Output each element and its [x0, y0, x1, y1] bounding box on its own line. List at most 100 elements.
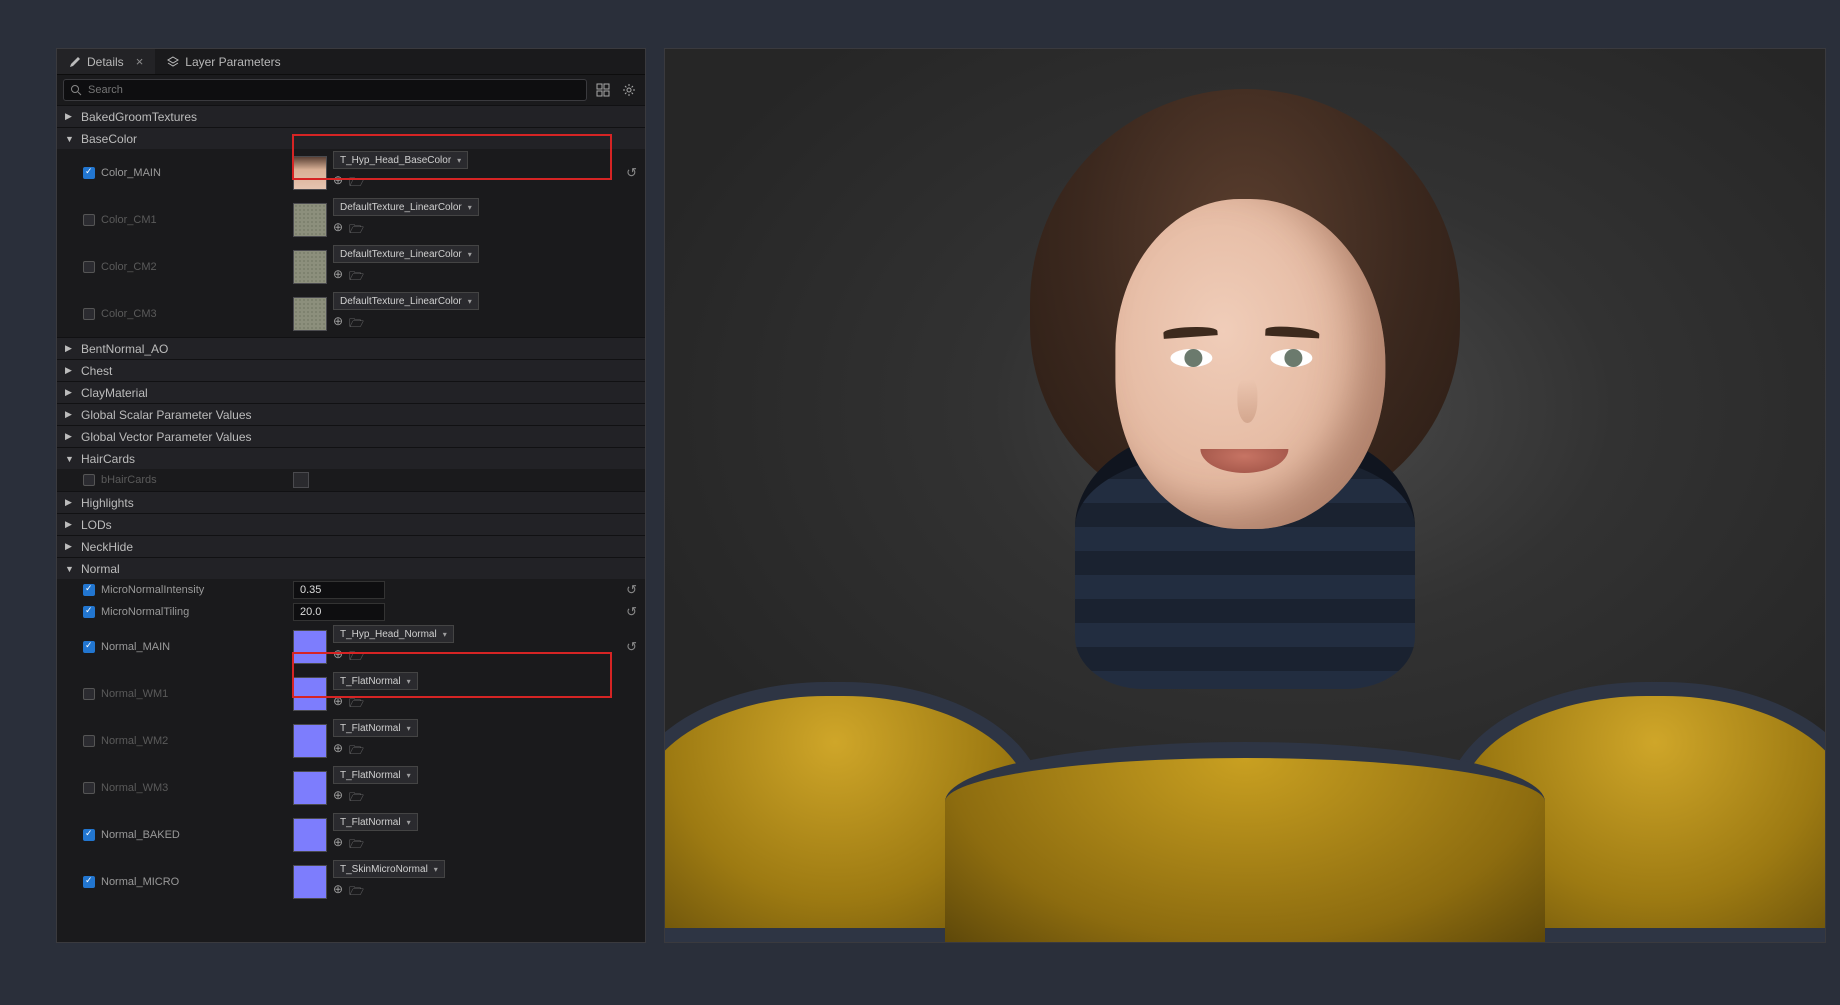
character-face [1115, 199, 1385, 529]
override-checkbox[interactable] [83, 876, 95, 888]
override-checkbox[interactable] [83, 308, 95, 320]
browse-icon[interactable]: 🗁 [349, 267, 364, 288]
reset-arrow-icon[interactable]: ↺ [626, 165, 637, 181]
browse-icon[interactable]: 🗁 [349, 314, 364, 335]
gear-icon[interactable] [619, 80, 639, 100]
override-checkbox[interactable] [83, 829, 95, 841]
tab-layer-parameters[interactable]: Layer Parameters [155, 49, 292, 74]
texture-swatch[interactable] [293, 156, 327, 190]
texture-swatch[interactable] [293, 677, 327, 711]
reset-arrow-icon[interactable]: ↺ [626, 582, 637, 598]
texture-swatch[interactable] [293, 250, 327, 284]
category-basecolor[interactable]: ▼ BaseColor [57, 127, 645, 149]
texture-dropdown[interactable]: T_Hyp_Head_BaseColor ▾ [333, 151, 468, 169]
override-checkbox[interactable] [83, 167, 95, 179]
browse-icon[interactable]: 🗁 [349, 173, 364, 194]
search-field[interactable] [88, 84, 580, 96]
texture-dropdown[interactable]: T_Hyp_Head_Normal ▾ [333, 625, 454, 643]
texture-swatch[interactable] [293, 297, 327, 331]
override-checkbox[interactable] [83, 214, 95, 226]
browse-icon[interactable]: 🗁 [349, 694, 364, 715]
category-chest[interactable]: ▶Chest [57, 359, 645, 381]
use-selected-icon[interactable]: ⊕ [333, 173, 343, 194]
texture-dropdown[interactable]: DefaultTexture_LinearColor ▾ [333, 198, 479, 216]
use-selected-icon[interactable]: ⊕ [333, 267, 343, 288]
category-claymaterial[interactable]: ▶ClayMaterial [57, 381, 645, 403]
use-selected-icon[interactable]: ⊕ [333, 882, 343, 903]
browse-icon[interactable]: 🗁 [349, 788, 364, 809]
use-selected-icon[interactable]: ⊕ [333, 694, 343, 715]
reset-arrow-icon[interactable]: ↺ [626, 639, 637, 655]
reset-arrow-icon[interactable]: ↺ [626, 604, 637, 620]
texture-dropdown[interactable]: T_FlatNormal ▾ [333, 766, 418, 784]
property-tree[interactable]: ▶ BakedGroomTextures ▼ BaseColor Color_M… [57, 105, 645, 942]
property-label: MicroNormalIntensity [101, 584, 204, 596]
texture-dropdown[interactable]: T_FlatNormal ▾ [333, 813, 418, 831]
category-global-vector[interactable]: ▶Global Vector Parameter Values [57, 425, 645, 447]
texture-dropdown[interactable]: DefaultTexture_LinearColor ▾ [333, 292, 479, 310]
filter-bar [57, 75, 645, 105]
use-selected-icon[interactable]: ⊕ [333, 788, 343, 809]
close-icon[interactable]: × [136, 54, 144, 69]
texture-dropdown[interactable]: T_FlatNormal ▾ [333, 672, 418, 690]
pencil-icon [69, 56, 81, 68]
texture-swatch[interactable] [293, 771, 327, 805]
number-field[interactable]: 0.35 [293, 581, 385, 599]
texture-dropdown[interactable]: T_FlatNormal ▾ [333, 719, 418, 737]
face-mouth [1200, 449, 1288, 473]
armor-chest [945, 742, 1545, 942]
browse-icon[interactable]: 🗁 [349, 835, 364, 856]
property-row: Color_MAIN T_Hyp_Head_BaseColor ▾ ⊕ 🗁 ↺ [57, 149, 645, 196]
override-checkbox[interactable] [83, 261, 95, 273]
category-highlights[interactable]: ▶Highlights [57, 491, 645, 513]
category-normal[interactable]: ▼Normal [57, 557, 645, 579]
use-selected-icon[interactable]: ⊕ [333, 314, 343, 335]
override-checkbox[interactable] [83, 641, 95, 653]
texture-swatch[interactable] [293, 724, 327, 758]
browse-icon[interactable]: 🗁 [349, 220, 364, 241]
texture-name: T_FlatNormal [340, 770, 401, 781]
texture-swatch[interactable] [293, 630, 327, 664]
bool-box[interactable] [293, 472, 309, 488]
tab-details[interactable]: Details × [57, 49, 155, 74]
use-selected-icon[interactable]: ⊕ [333, 220, 343, 241]
preview-viewport[interactable] [664, 48, 1826, 943]
details-panel: Details × Layer Parameters [56, 48, 646, 943]
texture-swatch[interactable] [293, 818, 327, 852]
property-label: Color_CM3 [101, 308, 157, 320]
category-baked-groom[interactable]: ▶ BakedGroomTextures [57, 105, 645, 127]
browse-icon[interactable]: 🗁 [349, 741, 364, 762]
override-checkbox[interactable] [83, 606, 95, 618]
texture-swatch[interactable] [293, 203, 327, 237]
override-checkbox[interactable] [83, 782, 95, 794]
property-label: Normal_BAKED [101, 829, 180, 841]
category-lods[interactable]: ▶LODs [57, 513, 645, 535]
texture-name: T_FlatNormal [340, 723, 401, 734]
texture-dropdown[interactable]: DefaultTexture_LinearColor ▾ [333, 245, 479, 263]
category-global-scalar[interactable]: ▶Global Scalar Parameter Values [57, 403, 645, 425]
chevron-down-icon: ▾ [407, 818, 411, 827]
use-selected-icon[interactable]: ⊕ [333, 741, 343, 762]
number-field[interactable]: 20.0 [293, 603, 385, 621]
override-checkbox[interactable] [83, 688, 95, 700]
use-selected-icon[interactable]: ⊕ [333, 647, 343, 668]
category-neckhide[interactable]: ▶NeckHide [57, 535, 645, 557]
property-label: bHairCards [101, 474, 157, 486]
use-selected-icon[interactable]: ⊕ [333, 835, 343, 856]
browse-icon[interactable]: 🗁 [349, 882, 364, 903]
chevron-down-icon: ▾ [468, 297, 472, 306]
override-checkbox[interactable] [83, 584, 95, 596]
override-checkbox[interactable] [83, 735, 95, 747]
category-bentnormal[interactable]: ▶BentNormal_AO [57, 337, 645, 359]
browse-icon[interactable]: 🗁 [349, 647, 364, 668]
property-label: MicroNormalTiling [101, 606, 189, 618]
grid-filter-icon[interactable] [593, 80, 613, 100]
texture-swatch[interactable] [293, 865, 327, 899]
face-eye-left [1170, 349, 1212, 367]
chevron-down-icon: ▼ [65, 134, 77, 144]
texture-dropdown[interactable]: T_SkinMicroNormal ▾ [333, 860, 445, 878]
category-haircards[interactable]: ▼HairCards [57, 447, 645, 469]
property-label: Normal_MAIN [101, 641, 170, 653]
override-checkbox[interactable] [83, 474, 95, 486]
search-input[interactable] [63, 79, 587, 101]
